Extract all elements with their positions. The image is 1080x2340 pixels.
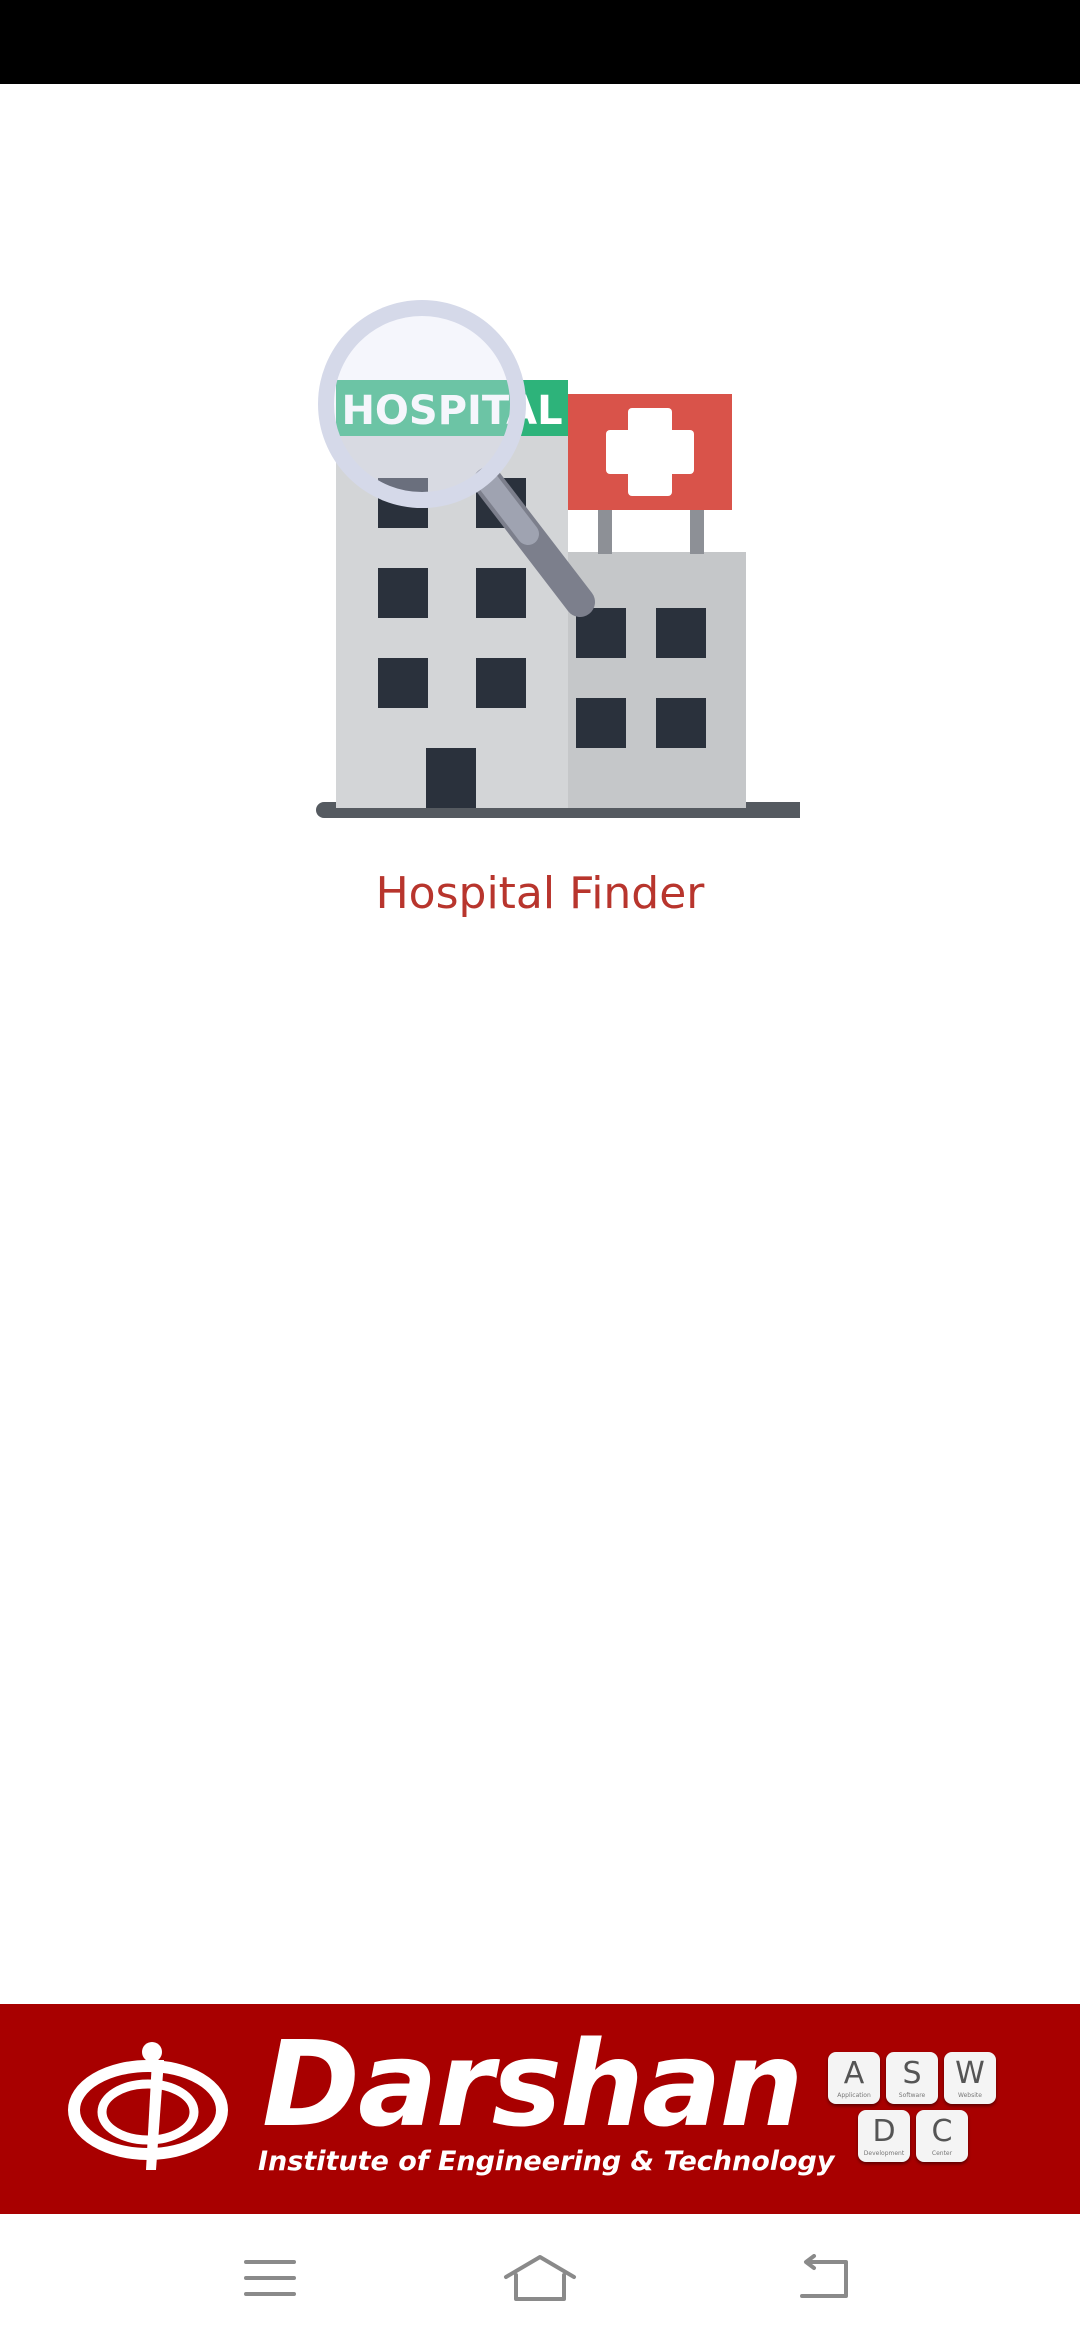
hospital-illustration: HOSPITAL xyxy=(0,290,1080,850)
menu-button[interactable] xyxy=(222,2242,318,2314)
status-bar xyxy=(0,0,1080,84)
brand-name: Darshan xyxy=(262,2015,804,2153)
aswdc-key-c: C Center xyxy=(916,2110,968,2162)
back-icon xyxy=(800,2254,848,2298)
hospital-finder-logo-icon: HOSPITAL xyxy=(316,300,800,818)
home-button[interactable] xyxy=(492,2242,588,2314)
back-button[interactable] xyxy=(776,2242,872,2314)
aswdc-key-w: W Website xyxy=(944,2052,996,2104)
aswdc-key-d: D Development xyxy=(858,2110,910,2162)
aswdc-key-s: S Software xyxy=(886,2052,938,2104)
brand-tagline: Institute of Engineering & Technology xyxy=(258,2146,835,2177)
app-title: Hospital Finder xyxy=(375,868,705,919)
system-navigation-bar xyxy=(0,2214,1080,2340)
darshan-logo-icon xyxy=(68,2040,228,2184)
home-icon xyxy=(504,2255,576,2301)
darshan-banner[interactable]: Darshan Institute of Engineering & Techn… xyxy=(0,2004,1080,2214)
aswdc-key-a: A Application xyxy=(828,2052,880,2104)
aswdc-logo: A Application S Software W Website D Dev… xyxy=(828,2052,1004,2172)
menu-icon xyxy=(244,2260,296,2296)
